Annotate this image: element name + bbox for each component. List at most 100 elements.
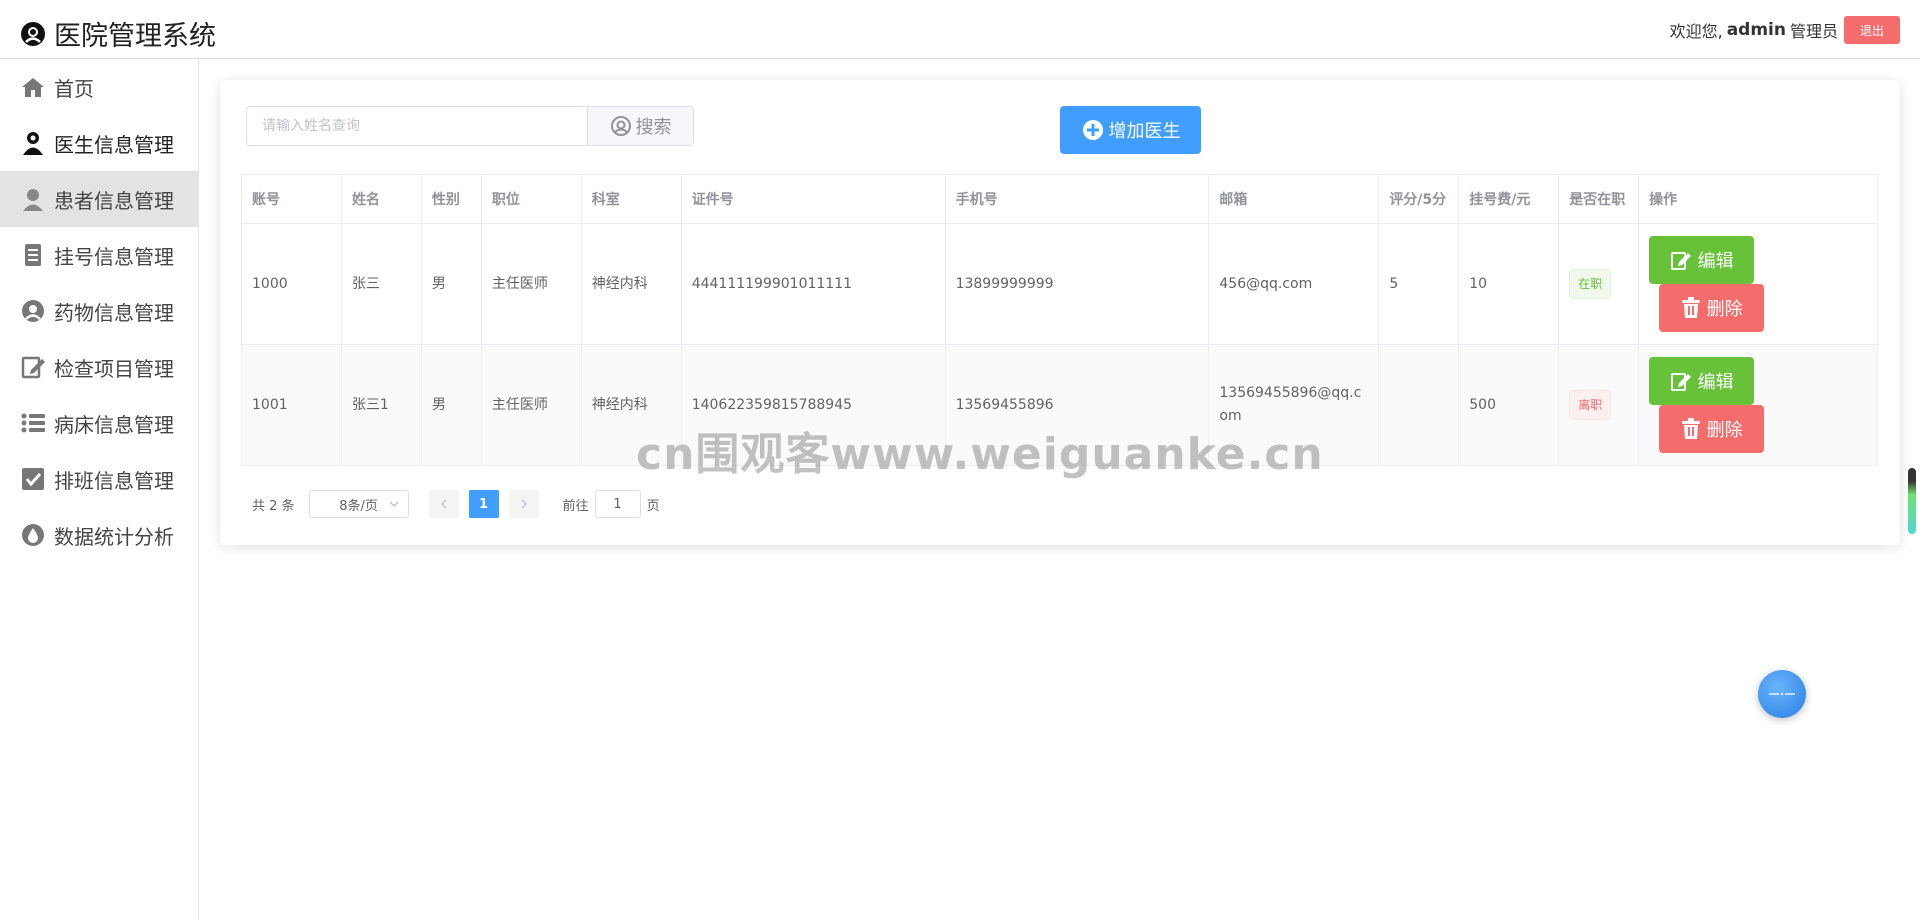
cell-position: 主任医师 xyxy=(480,344,582,466)
sidebar-item-registration[interactable]: 挂号信息管理 xyxy=(0,227,198,283)
sidebar-item-label: 医生信息管理 xyxy=(54,132,174,157)
trash-icon xyxy=(1681,418,1700,439)
edit-button[interactable]: 编辑 xyxy=(1649,357,1755,405)
sidebar-item-schedule[interactable]: 排班信息管理 xyxy=(0,451,198,507)
logout-button[interactable]: 退出 xyxy=(1844,16,1900,44)
sidebar-item-label: 排班信息管理 xyxy=(54,468,174,493)
cell-account: 1000 xyxy=(241,223,342,345)
column-header: 职位 xyxy=(480,174,582,224)
document-icon xyxy=(25,244,41,266)
welcome-text: 欢迎您, xyxy=(1669,22,1723,41)
sidebar-item-patient[interactable]: 患者信息管理 xyxy=(0,171,198,227)
cell-status: 在职 xyxy=(1558,223,1640,345)
prev-page-button[interactable] xyxy=(428,490,459,518)
cell-id-number: 444111199901011111 xyxy=(680,223,946,345)
delete-button[interactable]: 删除 xyxy=(1659,405,1765,453)
sidebar-item-bed[interactable]: 病床信息管理 xyxy=(0,395,198,451)
app-title: 医院管理系统 xyxy=(54,21,216,52)
cell-id-number: 140622359815788945 xyxy=(680,344,946,466)
delete-button-label: 删除 xyxy=(1706,420,1743,441)
trash-icon xyxy=(1681,297,1700,318)
sidebar-item-label: 挂号信息管理 xyxy=(54,244,174,269)
cell-name: 张三 xyxy=(340,223,422,345)
add-circle-icon xyxy=(1082,120,1103,140)
table-row: 1001 张三1 男 主任医师 神经内科 140622359815788945 … xyxy=(241,344,1878,466)
sidebar-item-doctor[interactable]: 医生信息管理 xyxy=(0,115,198,171)
sidebar-item-exam[interactable]: 检查项目管理 xyxy=(0,339,198,395)
main-card: 搜索 增加医生 账号 姓名 性别 职位 科室 证件号 手机号 邮箱 评分/5 xyxy=(220,80,1900,545)
sidebar: 首页 医生信息管理 患者信息管理 挂号信息管理 药物信息管理 检查项目管理 病床… xyxy=(0,59,199,919)
pagination-total: 共 2 条 xyxy=(252,498,295,514)
goto-prefix: 前往 xyxy=(562,498,589,514)
drop-icon xyxy=(22,524,44,546)
add-button-label: 增加医生 xyxy=(1108,121,1181,142)
sidebar-item-label: 病床信息管理 xyxy=(54,412,174,437)
dash-icon xyxy=(1769,692,1795,696)
column-header: 手机号 xyxy=(944,174,1210,224)
edit-button-label: 编辑 xyxy=(1697,372,1734,393)
cell-department: 神经内科 xyxy=(580,344,682,466)
user-name: admin xyxy=(1726,20,1786,40)
column-header: 评分/5分 xyxy=(1378,174,1460,224)
cell-name: 张三1 xyxy=(340,344,422,466)
cell-gender: 男 xyxy=(420,344,482,466)
user-role: 管理员 xyxy=(1789,22,1838,41)
search-button-label: 搜索 xyxy=(635,117,672,138)
medicine-icon xyxy=(22,300,44,322)
status-badge: 离职 xyxy=(1569,390,1612,420)
delete-button[interactable]: 删除 xyxy=(1659,284,1765,332)
cell-account: 1001 xyxy=(241,344,342,466)
chevron-down-icon xyxy=(389,501,399,508)
column-header: 是否在职 xyxy=(1558,174,1640,224)
column-header: 挂号费/元 xyxy=(1458,174,1560,224)
chevron-left-icon xyxy=(440,499,447,509)
edit-icon xyxy=(1670,252,1691,270)
top-header: 医院管理系统 欢迎您, admin 管理员 退出 xyxy=(0,0,1920,59)
scroll-indicator[interactable] xyxy=(1908,468,1916,534)
cell-gender: 男 xyxy=(420,223,482,345)
page-size-select[interactable]: 8条/页 xyxy=(308,490,409,518)
edit-button[interactable]: 编辑 xyxy=(1649,236,1755,284)
search-button[interactable]: 搜索 xyxy=(587,106,694,146)
home-icon xyxy=(22,78,44,97)
edit-button-label: 编辑 xyxy=(1697,251,1734,272)
logo: 医院管理系统 xyxy=(20,14,216,53)
column-header: 性别 xyxy=(420,174,482,224)
cell-position: 主任医师 xyxy=(480,223,582,345)
sidebar-item-label: 数据统计分析 xyxy=(54,524,174,549)
goto-suffix: 页 xyxy=(646,498,660,514)
sidebar-item-medicine[interactable]: 药物信息管理 xyxy=(0,283,198,339)
column-header: 邮箱 xyxy=(1208,174,1380,224)
floating-assistant-button[interactable] xyxy=(1758,670,1806,718)
cell-email: 456@qq.com xyxy=(1208,223,1380,345)
cell-actions: 编辑 删除 xyxy=(1638,344,1878,466)
cell-phone: 13569455896 xyxy=(944,344,1210,466)
cell-actions: 编辑 删除 xyxy=(1638,223,1878,345)
cell-score: 5 xyxy=(1378,223,1460,345)
search-icon xyxy=(610,116,631,136)
pagination: 共 2 条 8条/页 1 前往 页 xyxy=(252,490,660,518)
column-header: 姓名 xyxy=(340,174,422,224)
column-header: 科室 xyxy=(580,174,682,224)
table-row: 1000 张三 男 主任医师 神经内科 444111199901011111 1… xyxy=(241,223,1878,345)
next-page-button[interactable] xyxy=(508,490,539,518)
goto-page-input[interactable] xyxy=(594,490,641,518)
cell-fee: 500 xyxy=(1458,344,1560,466)
add-doctor-button[interactable]: 增加医生 xyxy=(1060,106,1201,154)
doctor-table: 账号 姓名 性别 职位 科室 证件号 手机号 邮箱 评分/5分 挂号费/元 是否… xyxy=(241,174,1878,466)
cell-score xyxy=(1378,344,1460,466)
list-icon xyxy=(21,413,45,433)
checkbox-icon xyxy=(22,468,44,490)
cell-fee: 10 xyxy=(1458,223,1560,345)
sidebar-item-statistics[interactable]: 数据统计分析 xyxy=(0,507,198,563)
page-jumper: 前往 页 xyxy=(563,490,660,518)
column-header: 账号 xyxy=(241,174,342,224)
sidebar-item-label: 首页 xyxy=(54,76,94,101)
search-input[interactable] xyxy=(246,106,587,146)
column-header: 证件号 xyxy=(680,174,946,224)
table-header-row: 账号 姓名 性别 职位 科室 证件号 手机号 邮箱 评分/5分 挂号费/元 是否… xyxy=(241,174,1878,224)
column-header: 操作 xyxy=(1638,174,1878,224)
cell-department: 神经内科 xyxy=(580,223,682,345)
page-number-button[interactable]: 1 xyxy=(468,490,499,518)
sidebar-item-home[interactable]: 首页 xyxy=(0,59,198,115)
